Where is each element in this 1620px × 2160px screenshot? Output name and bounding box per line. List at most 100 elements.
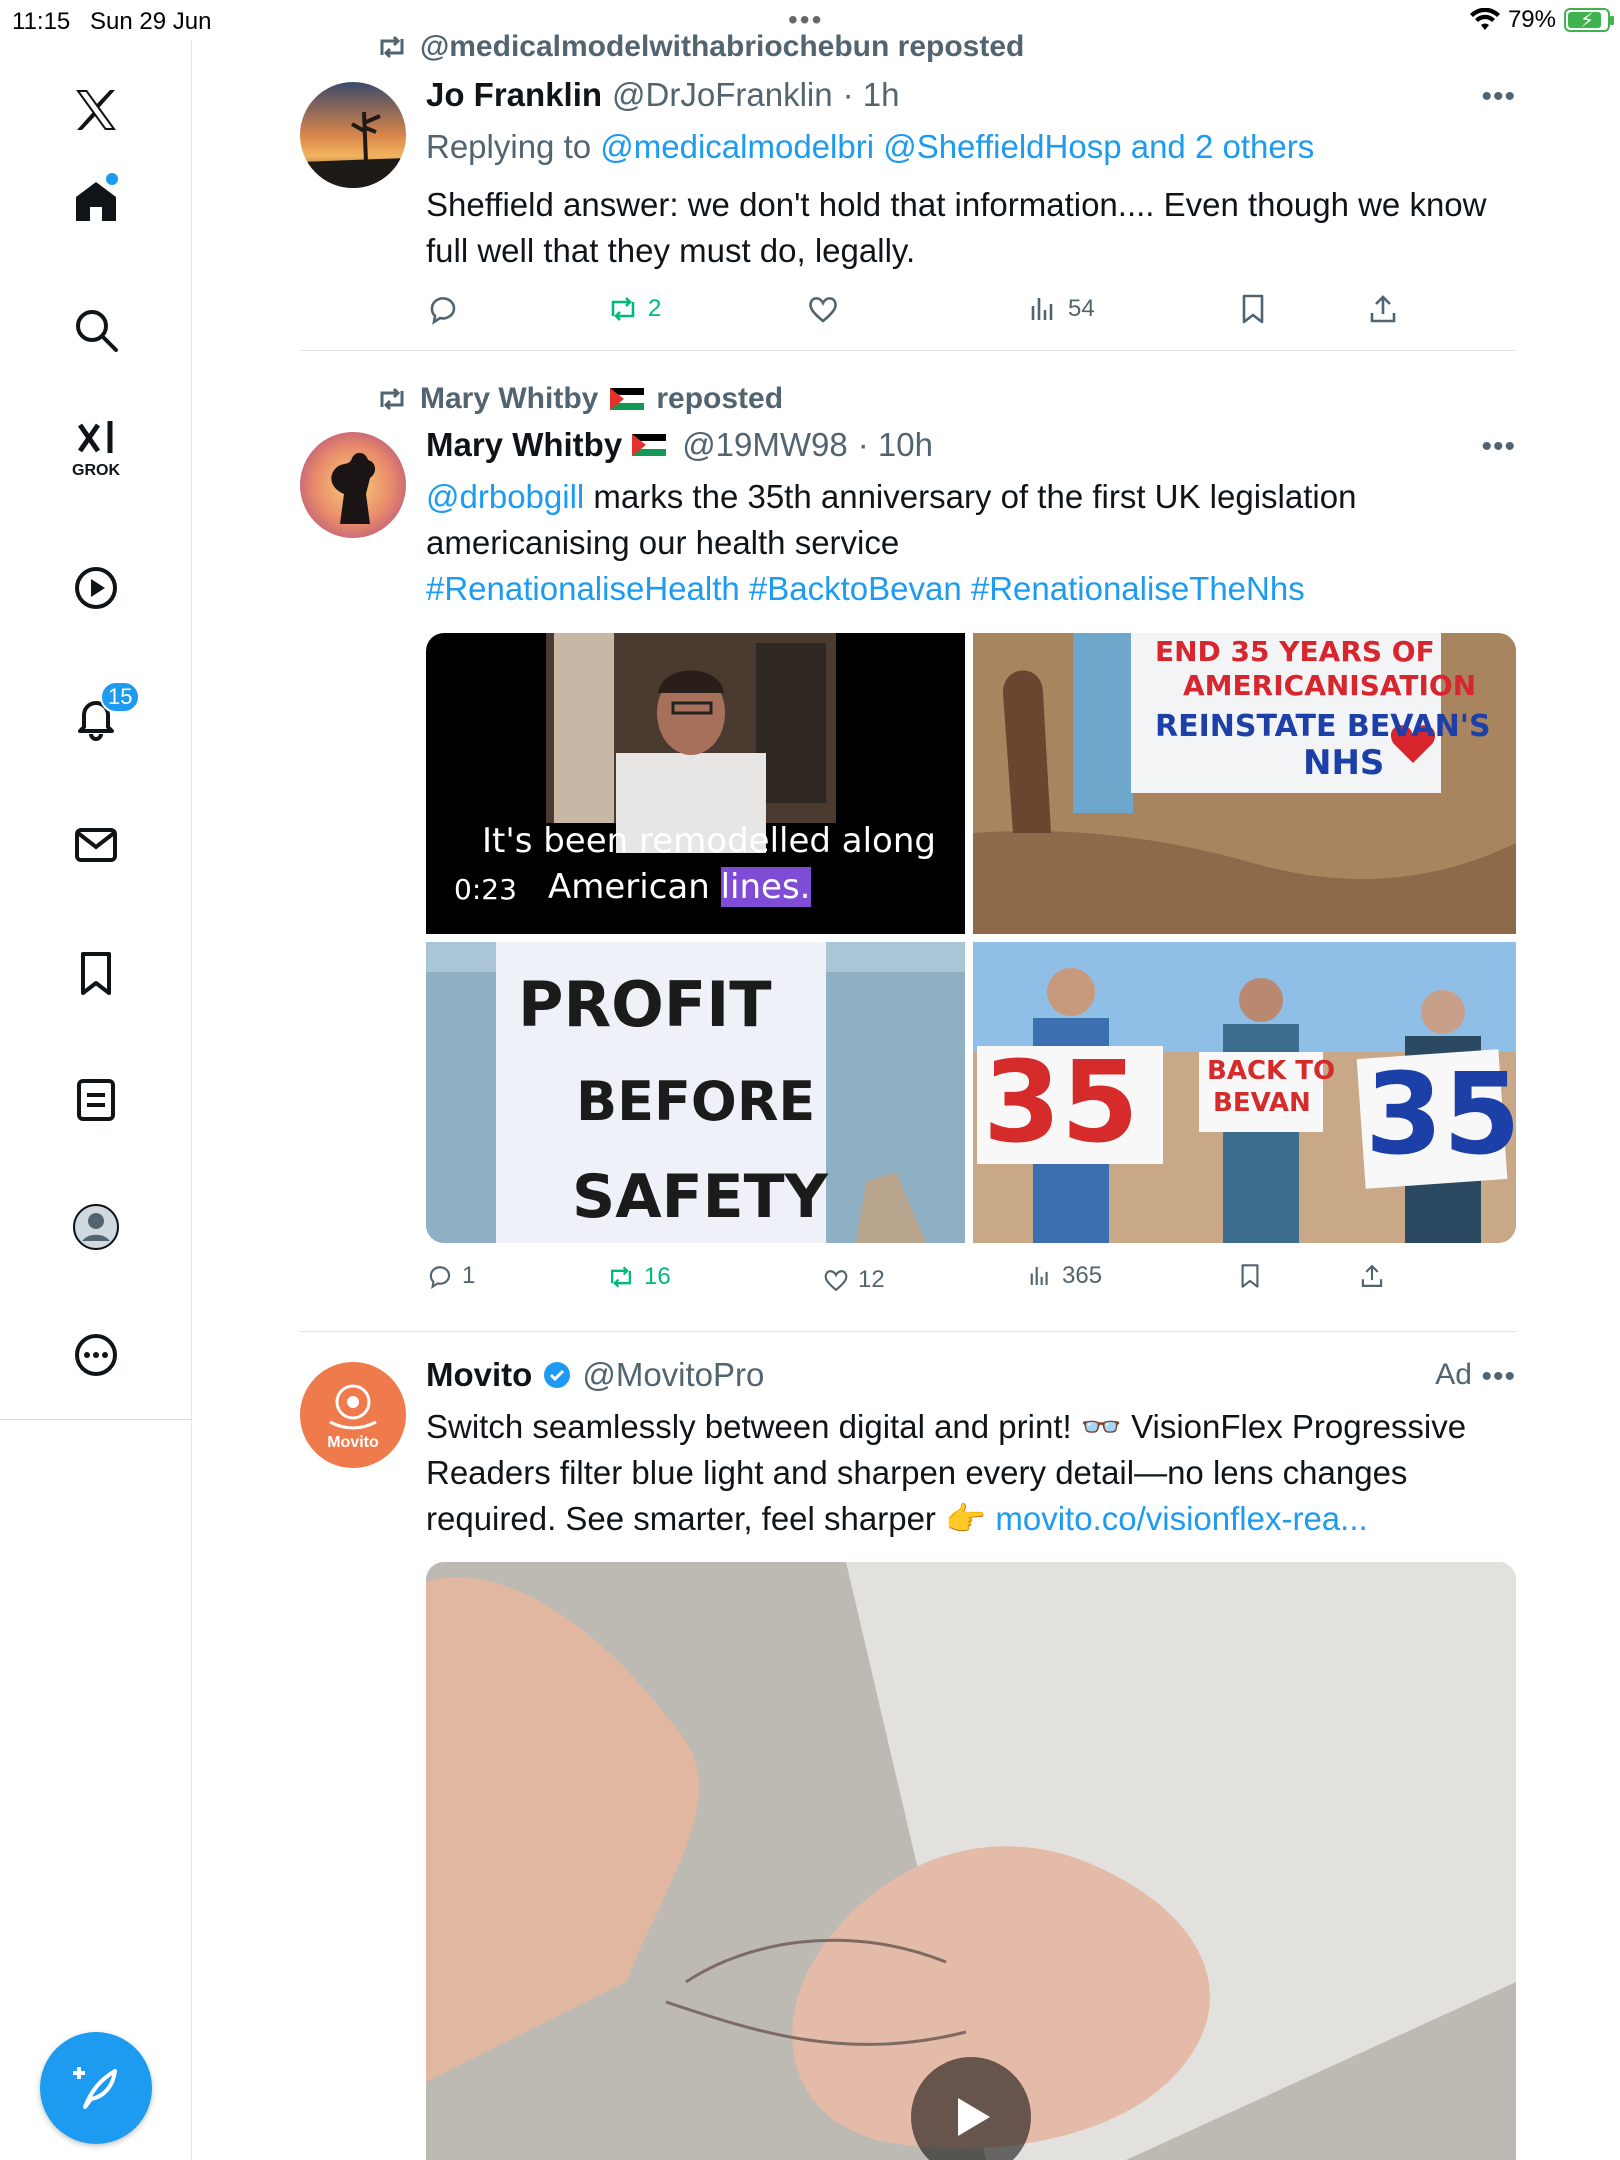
- compose-feather-icon: [73, 2067, 117, 2109]
- tweet-time: · 1h: [842, 76, 900, 113]
- more-options-icon[interactable]: [56, 1315, 136, 1395]
- share-button[interactable]: [1366, 292, 1400, 326]
- share-icon: [1370, 295, 1396, 323]
- hashtags[interactable]: #RenationaliseHealth #BacktoBevan #Renat…: [426, 566, 1516, 612]
- video-caption-highlight: lines.: [720, 867, 811, 907]
- video-thumbnail[interactable]: It's been remodelled along American line…: [426, 633, 965, 934]
- repost-context: @medicalmodelwithabriochebun reposted: [376, 30, 1024, 64]
- repost-icon: [380, 387, 404, 411]
- view-count: 54: [1068, 295, 1095, 322]
- avatar[interactable]: [300, 82, 406, 188]
- bookmark-button[interactable]: [1236, 292, 1270, 326]
- tweet-text: @drbobgill marks the 35th anniversary of…: [426, 474, 1516, 566]
- author-handle[interactable]: @DrJoFranklin: [612, 76, 833, 114]
- grok-nav[interactable]: GROK: [56, 410, 136, 490]
- banner-line-4: NHS: [1303, 743, 1385, 783]
- bookmark-icon: [1241, 1264, 1259, 1288]
- ad-link[interactable]: movito.co/visionflex-rea...: [995, 1500, 1367, 1537]
- profile-icon[interactable]: [56, 1187, 136, 1267]
- timeline: @medicalmodelwithabriochebun reposted Jo…: [192, 0, 1620, 2160]
- bookmark-icon: [1242, 294, 1264, 324]
- like-button[interactable]: 12: [822, 1266, 885, 1294]
- tweet-actions: 2 54: [426, 292, 1516, 332]
- heart-icon: [809, 297, 837, 323]
- repost-icon: [380, 35, 404, 59]
- replying-prefix: Replying to: [426, 128, 601, 165]
- palestine-flag-icon: [632, 434, 667, 456]
- tweet-text: Switch seamlessly between digital and pr…: [426, 1404, 1516, 1542]
- avatar[interactable]: Movito: [300, 1362, 406, 1468]
- sign-line-3: SAFETY: [572, 1162, 828, 1232]
- tweet-actions: 1 16 12 365: [426, 1262, 1516, 1302]
- tweet-divider: [300, 1331, 1516, 1332]
- messages-icon[interactable]: [56, 805, 136, 885]
- photo-protesters[interactable]: 35 BACK TO BEVAN 35: [973, 942, 1516, 1243]
- banner-line-1: END 35 YEARS OF: [1155, 635, 1435, 668]
- bookmark-button[interactable]: [1236, 1262, 1264, 1290]
- video-icon[interactable]: [56, 548, 136, 628]
- like-count: 12: [858, 1266, 885, 1293]
- sign-line-2: BEFORE: [576, 1070, 816, 1133]
- views-button[interactable]: 365: [1026, 1262, 1102, 1290]
- more-icon[interactable]: •••: [1481, 80, 1516, 114]
- play-icon: [958, 2098, 990, 2136]
- tweet-divider: [300, 350, 1516, 351]
- compose-button[interactable]: [40, 2032, 152, 2144]
- palestine-flag-icon: [610, 388, 645, 410]
- sidebar: GROK 15: [0, 40, 192, 2160]
- author-name[interactable]: Mary Whitby: [426, 426, 622, 464]
- ad-video[interactable]: [426, 1562, 1516, 2160]
- more-icon[interactable]: •••: [1481, 430, 1516, 464]
- author-handle[interactable]: @19MW98: [682, 426, 848, 464]
- repost-icon: [611, 297, 635, 321]
- replying-to: Replying to @medicalmodelbri @SheffieldH…: [426, 124, 1516, 170]
- share-icon: [1361, 1264, 1383, 1287]
- video-duration: 0:23: [454, 873, 517, 906]
- author-handle[interactable]: @MovitoPro: [582, 1356, 764, 1394]
- photo-banner[interactable]: END 35 YEARS OF AMERICANISATION REINSTAT…: [973, 633, 1516, 934]
- sign-back-line-1: BACK TO: [1207, 1056, 1336, 1086]
- sidebar-divider: [0, 1419, 192, 1420]
- author-name[interactable]: Jo Franklin: [426, 76, 602, 114]
- sign-back-line-2: BEVAN: [1213, 1088, 1311, 1118]
- views-button[interactable]: 54: [1026, 292, 1095, 326]
- home-icon[interactable]: [56, 161, 136, 241]
- repost-button[interactable]: 2: [606, 292, 661, 326]
- movito-logo-icon: [329, 1384, 377, 1430]
- bookmarks-icon[interactable]: [56, 933, 136, 1013]
- search-icon[interactable]: [56, 290, 136, 370]
- verified-badge-icon: [544, 1362, 571, 1388]
- like-button[interactable]: [806, 292, 840, 326]
- photo-sign[interactable]: PROFIT BEFORE SAFETY: [426, 942, 965, 1243]
- sign-35-right: 35: [1365, 1050, 1516, 1180]
- tweet-time: · 10h: [857, 426, 933, 463]
- notification-badge: 15: [100, 681, 141, 713]
- x-logo-icon[interactable]: [56, 70, 136, 150]
- avatar[interactable]: [300, 432, 406, 538]
- reply-button[interactable]: 1: [426, 1262, 475, 1290]
- banner-line-2: AMERICANISATION: [1183, 669, 1477, 702]
- views-icon: [1031, 298, 1053, 320]
- repost-button[interactable]: 16: [606, 1262, 671, 1292]
- notifications-icon[interactable]: 15: [56, 677, 141, 757]
- heart-icon: [824, 1270, 848, 1292]
- grok-label: GROK: [72, 462, 120, 479]
- more-icon[interactable]: •••: [1481, 1360, 1516, 1394]
- mention-link[interactable]: @drbobgill: [426, 478, 584, 515]
- lists-icon[interactable]: [56, 1060, 136, 1140]
- repost-count: 2: [648, 295, 662, 322]
- status-time: 11:15: [12, 8, 71, 35]
- reply-button[interactable]: [426, 292, 460, 326]
- repost-context: Mary Whitby reposted: [376, 382, 783, 416]
- replying-to-links[interactable]: @medicalmodelbri @SheffieldHosp and 2 ot…: [600, 128, 1314, 165]
- grok-icon: [77, 421, 113, 453]
- video-caption-line-1: It's been remodelled along: [482, 821, 936, 861]
- share-button[interactable]: [1358, 1262, 1386, 1290]
- author-name[interactable]: Movito: [426, 1356, 532, 1394]
- repost-count: 16: [644, 1263, 671, 1290]
- avatar-text: Movito: [327, 1434, 379, 1451]
- repost-suffix: reposted: [656, 382, 784, 415]
- video-caption-line-2: American: [548, 867, 721, 907]
- ad-label: Ad: [1435, 1358, 1472, 1391]
- reply-count: 1: [462, 1262, 476, 1289]
